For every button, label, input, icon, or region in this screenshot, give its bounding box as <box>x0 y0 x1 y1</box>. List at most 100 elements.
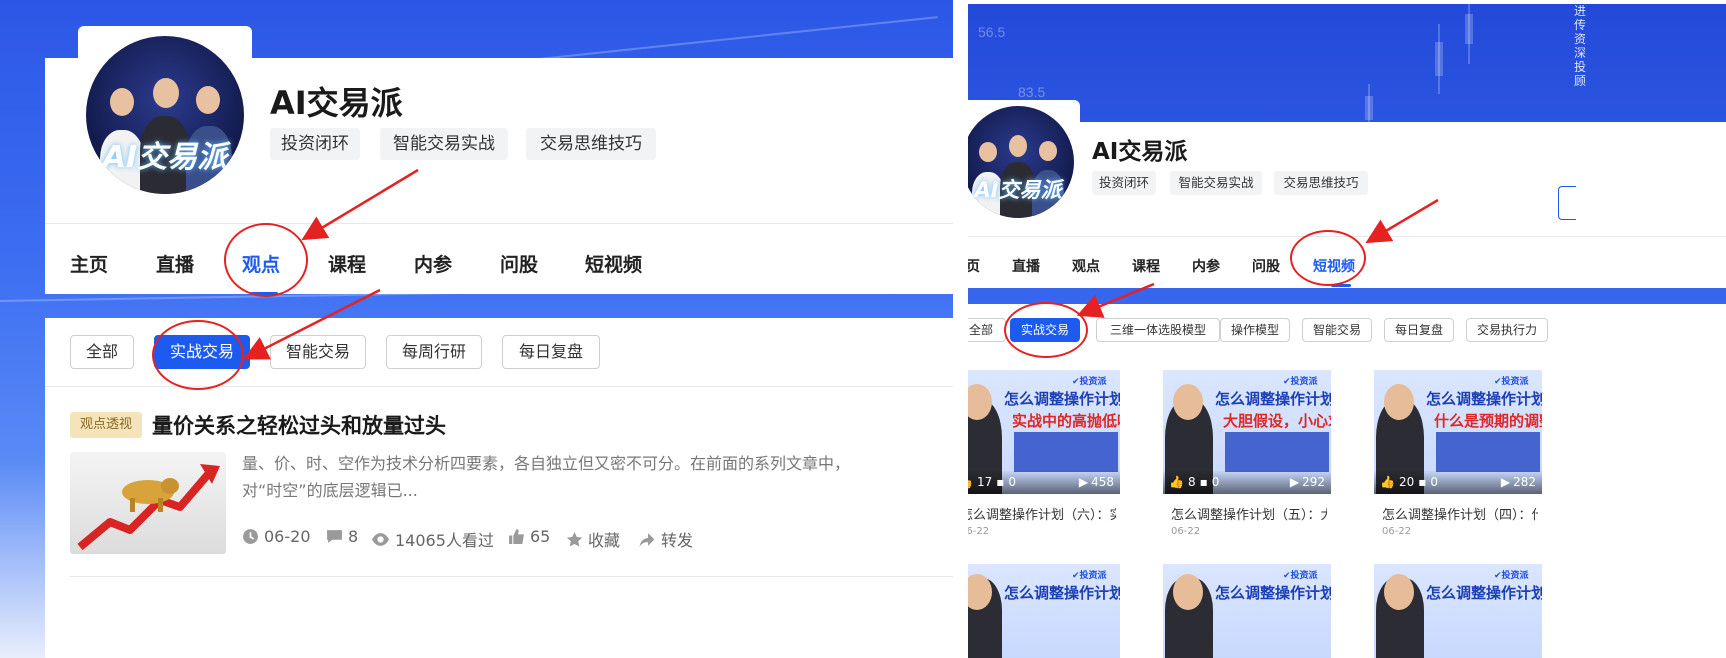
banner-vertical-text: 进传资深投顾 <box>1574 4 1587 88</box>
video-card-6[interactable]: ✔投资派 怎么调整操作计划（一 <box>1374 564 1542 658</box>
nav-active-indicator <box>250 292 278 295</box>
nav-tab-short-video[interactable]: 短视频 <box>585 250 642 277</box>
article-collect-button[interactable]: 收藏 <box>566 527 620 551</box>
nav-tab-live[interactable]: 直播 <box>156 250 194 277</box>
avatar[interactable]: AI交易派 <box>86 36 244 194</box>
profile-tag-2: 智能交易实战 <box>380 128 508 160</box>
video-card-3[interactable]: ✔投资派 怎么调整操作计划（四 什么是预期的调整 👍20 ▪0 ▶282 怎么调… <box>1374 370 1542 546</box>
eye-icon <box>372 532 389 546</box>
video-card-4[interactable]: ✔投资派 怎么调整操作计划（三 <box>968 564 1120 658</box>
video-cover-title-6: 怎么调整操作计划（一 <box>1426 584 1542 602</box>
article-badge: 观点透视 <box>70 412 142 438</box>
filter-chip-daily-review-right[interactable]: 每日复盘 <box>1384 318 1454 342</box>
right-screenshot-panel: 56.5 83.5 进传资深投顾 AI交易派 AI交易派 投资闭环 智能交易实战… <box>968 4 1726 658</box>
filter-chip-smart-trading[interactable]: 智能交易 <box>270 335 366 369</box>
video-title-3[interactable]: 怎么调整操作计划（四）：什... <box>1382 504 1538 523</box>
video-date-2: 06-22 <box>1171 526 1201 537</box>
video-cover-subtitle-1: 实战中的高抛低吸 <box>1012 412 1120 430</box>
thumbs-up-icon: 👍 <box>1380 475 1395 489</box>
article-title[interactable]: 量价关系之轻松过头和放量过头 <box>152 410 446 440</box>
profile-tag-right-3: 交易思维技巧 <box>1274 171 1368 195</box>
play-icon: ▶ <box>1078 475 1089 489</box>
profile-name: AI交易派 <box>270 84 403 122</box>
filter-chip-execution-right[interactable]: 交易执行力 <box>1466 318 1548 342</box>
filter-chip-daily-review[interactable]: 每日复盘 <box>502 335 600 369</box>
video-comments-3: 0 <box>1430 475 1439 489</box>
video-card-1[interactable]: ✔投资派 怎么调整操作计划（六 实战中的高抛低吸 👍17 ▪0 ▶458 怎么调… <box>968 370 1120 546</box>
video-thumbnail-2[interactable]: ✔投资派 怎么调整操作计划（五 大胆假设，小心求证 👍8 ▪0 ▶292 <box>1163 370 1331 494</box>
video-thumbnail-5[interactable]: ✔投资派 怎么调整操作计划（二 <box>1163 564 1331 658</box>
filter-chip-combat-trading[interactable]: 实战交易 <box>154 335 250 369</box>
video-title-2[interactable]: 怎么调整操作计划（五）：大... <box>1171 504 1327 523</box>
nav-tab-views[interactable]: 观点 <box>242 250 280 277</box>
avatar-right[interactable]: AI交易派 <box>968 106 1074 218</box>
video-cover-title-5: 怎么调整操作计划（二 <box>1215 584 1331 602</box>
article-collect-label: 收藏 <box>588 531 621 550</box>
video-cover-title-2: 怎么调整操作计划（五 <box>1215 390 1331 408</box>
nav-tab-courses[interactable]: 课程 <box>328 250 366 277</box>
article-description-line-1: 量、价、时、空作为技术分析四要素，各自独立但又密不可分。在前面的系列文章中， <box>242 454 851 473</box>
article-share-button[interactable]: 转发 <box>638 527 693 551</box>
avatar-brand-text-right: AI交易派 <box>974 178 1062 202</box>
video-card-5[interactable]: ✔投资派 怎么调整操作计划（二 <box>1163 564 1331 658</box>
filter-chip-all-right[interactable]: 全部 <box>968 318 1006 342</box>
filter-chip-all[interactable]: 全部 <box>70 335 134 369</box>
video-thumbnail-6[interactable]: ✔投资派 怎么调整操作计划（一 <box>1374 564 1542 658</box>
article-likes[interactable]: 65 <box>508 527 550 546</box>
video-thumbnail-4[interactable]: ✔投资派 怎么调整操作计划（三 <box>968 564 1120 658</box>
profile-divider <box>45 223 953 224</box>
nav-tab-courses-right[interactable]: 课程 <box>1132 256 1160 276</box>
article-views-count: 14065人看过 <box>395 531 494 550</box>
thumbs-up-icon: 👍 <box>968 475 973 489</box>
filter-chip-operation-model-right[interactable]: 操作模型 <box>1220 318 1290 342</box>
video-views-1: 458 <box>1091 475 1114 489</box>
video-likes-2: 8 <box>1187 475 1196 489</box>
profile-tag-right-2: 智能交易实战 <box>1170 171 1262 195</box>
video-comments-2: 0 <box>1211 475 1220 489</box>
article-comments[interactable]: 8 <box>326 527 358 546</box>
filter-chip-3d-stock-model-right[interactable]: 三维一体选股模型 <box>1096 318 1220 342</box>
nav-tab-insider[interactable]: 内参 <box>414 250 452 277</box>
video-stats-1: 👍17 ▪0 ▶458 <box>968 470 1120 494</box>
nav-tab-live-right[interactable]: 直播 <box>1012 256 1040 276</box>
video-thumbnail-3[interactable]: ✔投资派 怎么调整操作计划（四 什么是预期的调整 👍20 ▪0 ▶282 <box>1374 370 1542 494</box>
article-divider <box>70 576 953 577</box>
profile-tag-3: 交易思维技巧 <box>526 128 656 160</box>
video-thumbnail-1[interactable]: ✔投资派 怎么调整操作计划（六 实战中的高抛低吸 👍17 ▪0 ▶458 <box>968 370 1120 494</box>
video-views-3: 282 <box>1513 475 1536 489</box>
nav-tab-ask-stock-right[interactable]: 问股 <box>1252 256 1280 276</box>
comment-icon: ▪ <box>1418 475 1427 489</box>
video-cover-title-1: 怎么调整操作计划（六 <box>1004 390 1120 408</box>
video-likes-1: 17 <box>976 475 993 489</box>
filter-chip-combat-trading-right[interactable]: 实战交易 <box>1010 318 1080 342</box>
share-icon <box>639 532 655 547</box>
nav-active-indicator-right <box>1331 284 1351 287</box>
nav-tab-home[interactable]: 主页 <box>70 250 108 277</box>
video-card-2[interactable]: ✔投资派 怎么调整操作计划（五 大胆假设，小心求证 👍8 ▪0 ▶292 怎么调… <box>1163 370 1331 546</box>
follow-button-partial[interactable] <box>1558 186 1576 220</box>
nav-tab-insider-right[interactable]: 内参 <box>1192 256 1220 276</box>
banner-wishes-text <box>1546 6 1566 46</box>
clock-icon <box>243 529 258 544</box>
article-thumbnail[interactable] <box>70 452 226 554</box>
video-title-1[interactable]: 怎么调整操作计划（六）：实... <box>968 504 1116 523</box>
filter-chip-smart-trading-right[interactable]: 智能交易 <box>1302 318 1372 342</box>
nav-tab-views-right[interactable]: 观点 <box>1072 256 1100 276</box>
nav-tab-ask-stock[interactable]: 问股 <box>500 250 538 277</box>
comment-icon <box>327 530 342 543</box>
profile-tag-right-1: 投资闭环 <box>1092 171 1156 195</box>
star-icon <box>566 531 583 547</box>
play-icon: ▶ <box>1289 475 1300 489</box>
filter-chip-weekly-research[interactable]: 每周行研 <box>386 335 482 369</box>
left-screenshot-panel: AI交易派 AI交易派 投资闭环 智能交易实战 交易思维技巧 主页 直播 观点 … <box>0 0 953 658</box>
thumbs-up-icon <box>509 529 524 544</box>
video-cover-subtitle-3: 什么是预期的调整 <box>1434 412 1542 430</box>
comment-icon: ▪ <box>1199 475 1208 489</box>
bull-chart-image <box>77 464 220 551</box>
video-date-3: 06-22 <box>1382 526 1412 537</box>
article-date: 06-20 <box>242 527 311 546</box>
video-stats-2: 👍 8 ▪ 0 ▶ 292 <box>1163 470 1331 494</box>
nav-tab-short-video-right[interactable]: 短视频 <box>1313 256 1355 276</box>
video-views-2: 292 <box>1302 475 1325 489</box>
nav-tab-home-right[interactable]: 主页 <box>968 256 980 276</box>
